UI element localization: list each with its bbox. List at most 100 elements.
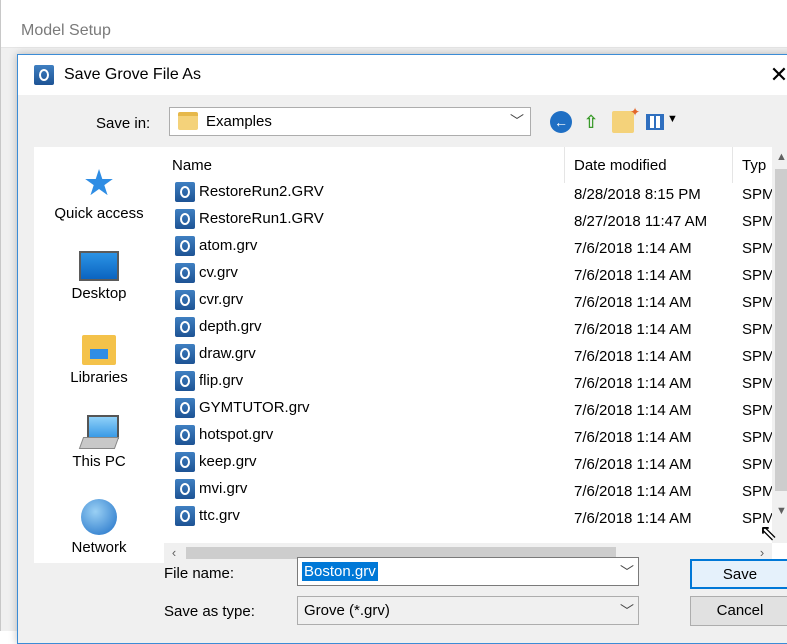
file-name: cv.grv xyxy=(199,263,238,281)
file-type: SPM xyxy=(742,267,772,284)
file-name: RestoreRun1.GRV xyxy=(199,209,324,227)
column-header-type[interactable]: Typ xyxy=(734,147,772,183)
grv-file-icon xyxy=(175,317,195,337)
column-divider[interactable] xyxy=(564,147,565,183)
file-name-cell: flip.grv xyxy=(175,371,243,391)
place-label: Desktop xyxy=(71,285,127,302)
file-row[interactable]: ttc.grv 7/6/2018 1:14 AM SPM xyxy=(164,505,772,532)
vertical-scrollbar[interactable]: ▲ ▼ xyxy=(772,147,787,543)
file-type: SPM xyxy=(742,375,772,392)
folder-icon xyxy=(178,112,198,130)
file-name-cell: mvi.grv xyxy=(175,479,247,499)
grv-file-icon xyxy=(175,290,195,310)
column-header-name[interactable]: Name xyxy=(164,147,564,183)
file-name: draw.grv xyxy=(199,344,256,362)
file-name: RestoreRun2.GRV xyxy=(199,182,324,200)
file-type: SPM xyxy=(742,402,772,419)
cancel-button[interactable]: Cancel xyxy=(690,596,787,626)
file-date: 7/6/2018 1:14 AM xyxy=(574,456,692,473)
file-row[interactable]: GYMTUTOR.grv 7/6/2018 1:14 AM SPM xyxy=(164,397,772,424)
file-name-cell: GYMTUTOR.grv xyxy=(175,398,310,418)
chevron-down-icon[interactable]: ﹀ xyxy=(620,562,634,582)
file-row[interactable]: atom.grv 7/6/2018 1:14 AM SPM xyxy=(164,235,772,262)
file-name-value[interactable]: Boston.grv xyxy=(302,562,378,581)
vertical-scroll-thumb[interactable] xyxy=(775,169,787,491)
save-as-type-dropdown[interactable]: Grove (*.grv) ﹀ xyxy=(297,596,639,625)
file-list[interactable]: ﹀ Name Date modified Typ RestoreRun2.GRV… xyxy=(164,147,787,563)
place-quick-access[interactable]: ★ Quick access xyxy=(34,162,164,223)
grv-file-icon xyxy=(175,398,195,418)
file-row[interactable]: cvr.grv 7/6/2018 1:14 AM SPM xyxy=(164,289,772,316)
grv-file-icon xyxy=(175,344,195,364)
grv-file-icon xyxy=(175,263,195,283)
star-icon: ★ xyxy=(82,162,116,203)
grv-file-icon xyxy=(175,425,195,445)
file-row[interactable]: cv.grv 7/6/2018 1:14 AM SPM xyxy=(164,262,772,289)
place-this-pc[interactable]: This PC xyxy=(34,415,164,470)
file-name-cell: depth.grv xyxy=(175,317,262,337)
place-label: Network xyxy=(71,539,127,556)
file-date: 7/6/2018 1:14 AM xyxy=(574,267,692,284)
column-header-date[interactable]: Date modified xyxy=(566,147,732,183)
file-row[interactable]: RestoreRun1.GRV 8/27/2018 11:47 AM SPM xyxy=(164,208,772,235)
file-row[interactable]: depth.grv 7/6/2018 1:14 AM SPM xyxy=(164,316,772,343)
file-row[interactable]: mvi.grv 7/6/2018 1:14 AM SPM xyxy=(164,478,772,505)
file-date: 7/6/2018 1:14 AM xyxy=(574,429,692,446)
scroll-left-icon[interactable]: ‹ xyxy=(164,543,184,563)
file-name-cell: cv.grv xyxy=(175,263,238,283)
grv-file-icon xyxy=(175,506,195,526)
save-in-value: Examples xyxy=(206,113,272,130)
grv-file-icon xyxy=(175,452,195,472)
network-icon xyxy=(81,499,117,535)
file-name: GYMTUTOR.grv xyxy=(199,398,310,416)
file-row[interactable]: hotspot.grv 7/6/2018 1:14 AM SPM xyxy=(164,424,772,451)
file-row[interactable]: draw.grv 7/6/2018 1:14 AM SPM xyxy=(164,343,772,370)
save-in-dropdown[interactable]: Examples ﹀ xyxy=(169,107,531,136)
scroll-down-icon[interactable]: ▼ xyxy=(772,501,787,521)
file-name: mvi.grv xyxy=(199,479,248,497)
save-button[interactable]: Save xyxy=(690,559,787,589)
file-name: depth.grv xyxy=(199,317,262,335)
back-arrow-icon[interactable]: ← xyxy=(550,111,572,133)
file-name-input[interactable]: Boston.grv ﹀ xyxy=(297,557,639,586)
computer-icon xyxy=(79,415,119,449)
place-label: Libraries xyxy=(70,369,128,386)
scroll-up-icon[interactable]: ▲ xyxy=(772,147,787,167)
close-icon[interactable]: ✕ xyxy=(764,61,787,89)
file-type: SPM xyxy=(742,240,772,257)
view-menu-icon[interactable]: ▼ xyxy=(646,111,680,133)
file-name-cell: ttc.grv xyxy=(175,506,240,526)
desktop-icon xyxy=(79,251,119,281)
dialog-title: Save Grove File As xyxy=(64,66,201,83)
new-folder-icon[interactable] xyxy=(612,105,640,133)
place-libraries[interactable]: Libraries xyxy=(34,335,164,386)
file-name: ttc.grv xyxy=(199,506,240,524)
save-file-dialog: Save Grove File As ✕ Save in: Examples ﹀… xyxy=(17,54,787,644)
place-desktop[interactable]: Desktop xyxy=(34,251,164,302)
file-date: 7/6/2018 1:14 AM xyxy=(574,483,692,500)
outer-window-title: Model Setup xyxy=(1,0,787,48)
file-date: 7/6/2018 1:14 AM xyxy=(574,240,692,257)
file-name-cell: RestoreRun1.GRV xyxy=(175,209,324,229)
chevron-down-icon: ﹀ xyxy=(620,603,634,619)
place-network[interactable]: Network xyxy=(34,499,164,556)
file-row[interactable]: flip.grv 7/6/2018 1:14 AM SPM xyxy=(164,370,772,397)
up-folder-icon[interactable]: ⇧ xyxy=(580,111,602,133)
file-name: keep.grv xyxy=(199,452,257,470)
file-name-cell: cvr.grv xyxy=(175,290,243,310)
file-name-cell: hotspot.grv xyxy=(175,425,273,445)
save-as-type-value: Grove (*.grv) xyxy=(304,602,390,619)
file-date: 7/6/2018 1:14 AM xyxy=(574,294,692,311)
file-row[interactable]: keep.grv 7/6/2018 1:14 AM SPM xyxy=(164,451,772,478)
file-name-cell: atom.grv xyxy=(175,236,257,256)
column-divider[interactable] xyxy=(732,147,733,183)
file-name-label: File name: xyxy=(164,565,235,582)
save-as-type-label: Save as type: xyxy=(164,603,255,620)
file-date: 7/6/2018 1:14 AM xyxy=(574,375,692,392)
grv-file-icon xyxy=(175,479,195,499)
model-setup-window: Model Setup Save Grove File As ✕ Save in… xyxy=(0,0,787,644)
file-row[interactable]: RestoreRun2.GRV 8/28/2018 8:15 PM SPM xyxy=(164,181,772,208)
file-type: SPM xyxy=(742,429,772,446)
app-icon xyxy=(34,65,54,85)
file-date: 7/6/2018 1:14 AM xyxy=(574,510,692,527)
